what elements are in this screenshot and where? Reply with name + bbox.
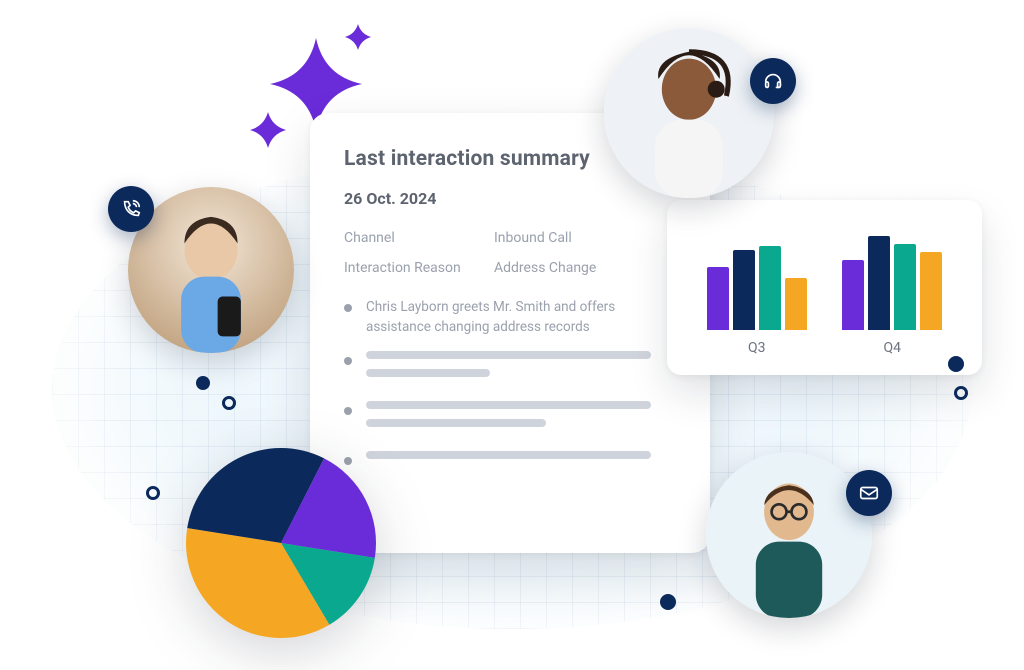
placeholder-lines <box>366 401 676 437</box>
field-label-channel: Channel <box>344 230 494 246</box>
bullet-item <box>344 351 676 387</box>
bar-chart-card: Q3 Q4 <box>667 200 982 375</box>
bullet-item <box>344 401 676 437</box>
phone-icon <box>120 198 142 220</box>
avatar-agent <box>604 28 774 198</box>
bar <box>868 236 890 330</box>
headset-icon <box>762 70 784 92</box>
placeholder-lines <box>366 351 676 387</box>
field-value-reason: Address Change <box>494 260 676 276</box>
bullet-text: Chris Layborn greets Mr. Smith and offer… <box>366 298 676 337</box>
decor-ring <box>146 486 160 500</box>
bar <box>759 246 781 330</box>
bullet-dot-icon <box>344 304 352 312</box>
decor-dot <box>196 376 210 390</box>
summary-date: 26 Oct. 2024 <box>344 189 676 208</box>
mail-badge <box>846 470 892 516</box>
bar <box>842 260 864 330</box>
bar-label-q4: Q4 <box>884 340 902 356</box>
bar <box>785 278 807 330</box>
field-label-reason: Interaction Reason <box>344 260 494 276</box>
bullet-item: Chris Layborn greets Mr. Smith and offer… <box>344 298 676 337</box>
placeholder-lines <box>366 451 676 469</box>
phone-badge <box>108 186 154 232</box>
bar <box>894 244 916 330</box>
illustration-stage: Last interaction summary 26 Oct. 2024 Ch… <box>0 0 1024 670</box>
decor-dot <box>660 594 676 610</box>
avatar-email-contact <box>706 452 872 618</box>
mail-icon <box>858 482 880 504</box>
field-value-channel: Inbound Call <box>494 230 676 246</box>
bullet-dot-icon <box>344 357 352 365</box>
headset-badge <box>750 58 796 104</box>
bar-x-labels: Q3 Q4 <box>689 340 960 356</box>
pie-chart <box>186 448 376 638</box>
bar-groups <box>689 220 960 330</box>
decor-ring <box>222 396 236 410</box>
bar-label-q3: Q3 <box>748 340 766 356</box>
bullet-dot-icon <box>344 407 352 415</box>
decor-dot <box>948 356 964 372</box>
bar-group <box>707 246 807 330</box>
bar-group <box>842 236 942 330</box>
bar <box>733 250 755 330</box>
summary-fields: Channel Inbound Call Interaction Reason … <box>344 230 676 276</box>
bullet-item <box>344 451 676 469</box>
summary-bullets: Chris Layborn greets Mr. Smith and offer… <box>344 298 676 469</box>
bar <box>707 267 729 330</box>
decor-ring <box>954 386 968 400</box>
bar <box>920 252 942 330</box>
